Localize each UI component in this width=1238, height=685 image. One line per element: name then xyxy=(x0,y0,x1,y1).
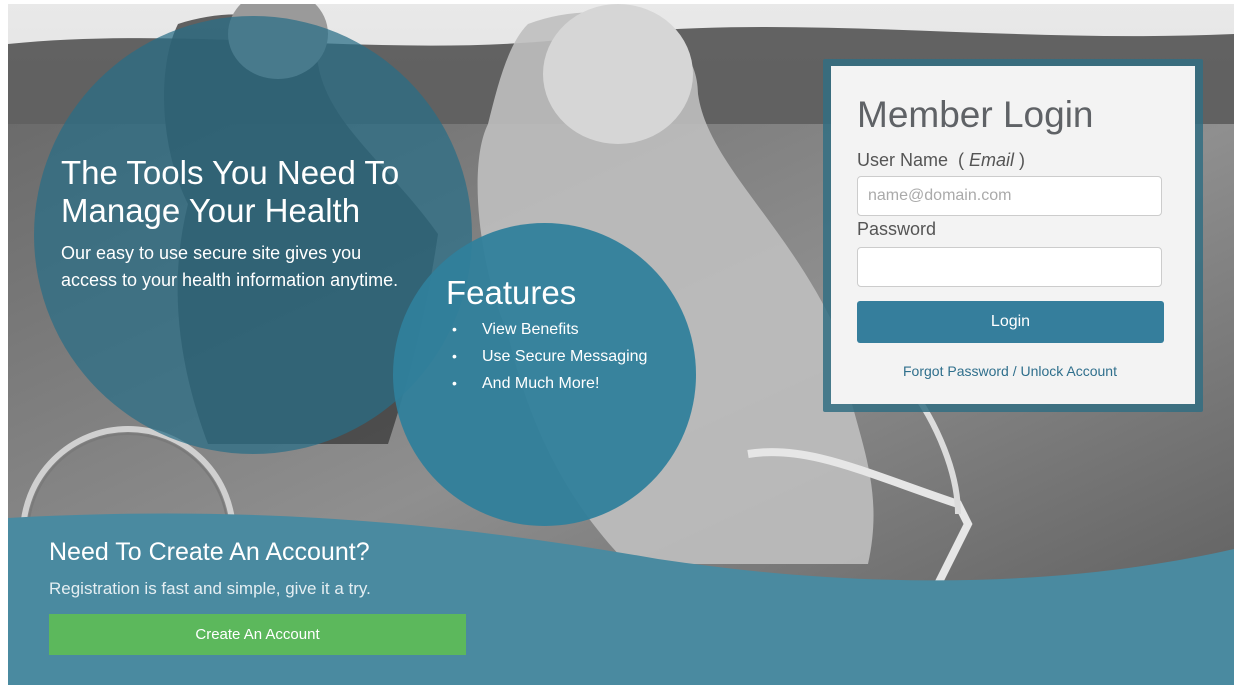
registration-text: Registration is fast and simple, give it… xyxy=(49,579,371,598)
page: The Tools You Need To Manage Your Health… xyxy=(8,4,1234,685)
create-account-button[interactable]: Create An Account xyxy=(49,614,466,655)
registration-title: Need To Create An Account? xyxy=(49,538,370,566)
